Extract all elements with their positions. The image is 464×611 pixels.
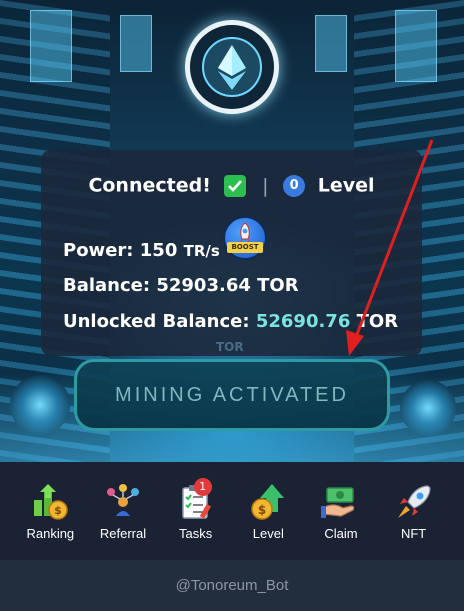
boost-button[interactable]: BOOST xyxy=(223,216,267,260)
nft-icon xyxy=(394,482,434,522)
boost-tag: BOOST xyxy=(227,242,263,253)
window-panel xyxy=(120,15,152,72)
tasks-icon: 1 xyxy=(176,477,216,522)
ethereum-logo xyxy=(185,20,279,114)
nav-item-level[interactable]: $ Level xyxy=(236,482,300,541)
balance-label: Balance: xyxy=(63,275,151,296)
power-value: 150 xyxy=(139,240,178,261)
check-icon xyxy=(223,174,246,197)
balance-line: Balance: 52903.64 TOR xyxy=(63,275,299,296)
connection-status: Connected! | 0 Level xyxy=(41,174,422,197)
nav-item-referral[interactable]: Referral xyxy=(91,482,155,541)
unlocked-label: Unlocked Balance: xyxy=(63,311,250,332)
unlocked-balance-line: Unlocked Balance: 52690.76 TOR xyxy=(63,311,398,332)
claim-icon xyxy=(320,482,361,522)
referral-icon xyxy=(103,482,143,522)
unlocked-value: 52690.76 xyxy=(255,311,351,332)
nav-item-tasks[interactable]: 1 Tasks xyxy=(164,477,228,541)
power-label: Power: xyxy=(63,240,134,261)
status-card: Connected! | 0 Level Power: 150 TR/s BOO… xyxy=(41,150,422,356)
ranking-icon: $ xyxy=(30,482,70,522)
nav-label-claim: Claim xyxy=(324,525,358,541)
window-panel xyxy=(395,10,437,82)
nav-item-nft[interactable]: NFT xyxy=(382,482,446,541)
nav-item-ranking[interactable]: $ Ranking xyxy=(18,482,82,541)
window-panel xyxy=(30,10,72,82)
window-panel xyxy=(315,15,347,72)
bottom-nav: $ Ranking Referral 1 Tasks $ Level Claim… xyxy=(0,462,464,560)
ethereum-icon xyxy=(202,37,262,97)
nav-label-referral: Referral xyxy=(99,525,147,541)
level-badge: 0 xyxy=(283,174,306,197)
unlocked-unit: TOR xyxy=(356,311,399,332)
tasks-badge: 1 xyxy=(193,477,212,496)
power-unit: TR/s xyxy=(183,242,220,260)
bot-handle-footer: @Tonoreum_Bot xyxy=(0,560,464,611)
power-line: Power: 150 TR/s xyxy=(63,240,220,261)
nav-label-level: Level xyxy=(252,525,284,541)
nav-label-tasks: Tasks xyxy=(179,525,213,541)
tor-watermark: TOR xyxy=(216,340,244,354)
mining-activated-button[interactable]: MINING ACTIVATED xyxy=(74,359,390,431)
status-separator: | xyxy=(262,174,269,197)
level-icon: $ xyxy=(248,482,288,522)
nav-item-claim[interactable]: Claim xyxy=(309,482,373,541)
svg-text:$: $ xyxy=(55,504,63,517)
connected-text: Connected! xyxy=(88,174,211,197)
rocket-icon xyxy=(239,222,251,242)
nav-label-ranking: Ranking xyxy=(26,525,75,541)
svg-text:$: $ xyxy=(258,503,266,517)
level-text: Level xyxy=(317,174,375,197)
nav-label-nft: NFT xyxy=(400,525,427,541)
balance-value: 52903.64 TOR xyxy=(156,275,299,296)
